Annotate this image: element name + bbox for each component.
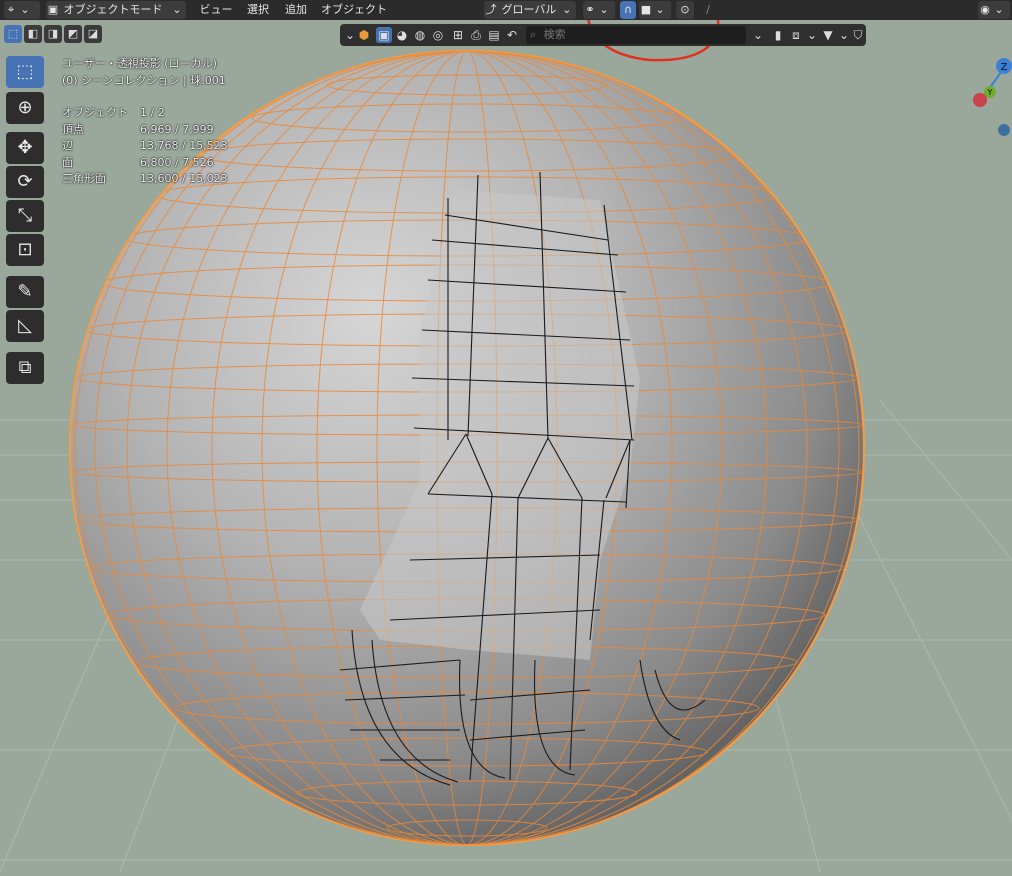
outliner-filter-bar: ⌄ ⬢ ▣ ◕ ◍ ◎ ⊞ ⎙ ▤ ↶ ⌕ 検索 ⌄ ▮ ⧈ ⌄ ▼ ⌄ ⛉ [340, 24, 866, 46]
y-axis-label: Y [987, 88, 993, 97]
snap-target-dropdown[interactable]: ■ ⌄ [639, 1, 671, 19]
select-new-icon: ⬚ [7, 27, 19, 40]
material-shading-icon[interactable]: ◍ [412, 27, 428, 43]
select-subtract-icon: ◨ [47, 27, 59, 40]
cursor-tool[interactable]: ⊕ [6, 92, 44, 124]
search-input[interactable]: ⌕ 検索 [526, 26, 746, 44]
collection-name: (0) シーンコレクション | 球.001 [62, 73, 226, 87]
rotate-icon: ⟳ [17, 171, 33, 192]
add-cube-icon: ⧉ [18, 357, 32, 378]
filter-icon[interactable]: ▼ [820, 27, 836, 43]
collection-icon[interactable]: ⧈ [788, 27, 804, 43]
proportional-icon: ⊙ [680, 3, 690, 16]
chevron-down-icon: ⌄ [562, 3, 572, 16]
chevron-down-icon[interactable]: ⌄ [804, 27, 820, 43]
visibility-dropdown[interactable]: ◉ ⌄ [978, 1, 1010, 19]
object-mode-icon: ▣ [47, 3, 59, 16]
stat-row: 三角形面 13,600 / 15,023 [62, 172, 228, 185]
move-tool[interactable]: ✥ [6, 132, 44, 164]
proportional-edit-toggle[interactable]: ⊙ [676, 1, 694, 19]
menu-object[interactable]: オブジェクト [318, 1, 390, 19]
select-new-button[interactable]: ⬚ [4, 25, 22, 43]
undo-icon[interactable]: ↶ [504, 27, 520, 43]
chevron-down-icon: ⌄ [599, 3, 609, 16]
cursor-select-icon: ⬚ [16, 61, 34, 82]
viewport-header: ⌖ ⌄ ▣ オブジェクトモード ⌄ ビュー 選択 追加 オブジェクト ⤴ グローバ… [0, 0, 1012, 20]
solid-shading-icon[interactable]: ◕ [394, 27, 410, 43]
clipboard-icon[interactable]: ▤ [486, 27, 502, 43]
chevron-down-icon: ⌄ [655, 3, 665, 16]
snap-toggle[interactable]: ∩ [620, 1, 636, 19]
rendered-shading-icon[interactable]: ◎ [430, 27, 446, 43]
neg-z-axis-handle [998, 124, 1010, 136]
scale-icon: ⤡ [17, 205, 33, 226]
measure-tool[interactable]: ◺ [6, 310, 44, 342]
annotate-tool[interactable]: ✎ [6, 276, 44, 308]
object-color-icon[interactable]: ⬢ [356, 27, 372, 43]
search-placeholder: 検索 [543, 28, 566, 41]
menu-select[interactable]: 選択 [242, 1, 274, 19]
move-icon: ✥ [17, 137, 33, 158]
viewport-icon: ⌖ [7, 3, 15, 16]
navigation-gizmo[interactable]: Z Y [970, 56, 1012, 136]
orientation-label: グローバル [501, 3, 557, 16]
hierarchy-icon[interactable]: ⊞ [450, 27, 466, 43]
menu-add[interactable]: 追加 [280, 1, 312, 19]
pivot-point-button[interactable]: ⚭ ⌄ [583, 1, 615, 19]
add-cube-tool[interactable]: ⧉ [6, 352, 44, 384]
axis-gizmo: Z Y [973, 58, 1012, 136]
rotate-tool[interactable]: ⟳ [6, 166, 44, 198]
viewport-info-overlay: ユーザー・透視投影 (ローカル) (0) シーンコレクション | 球.001 オ… [62, 56, 228, 188]
stat-row: 頂点 6,969 / 7,999 [62, 122, 214, 136]
chevron-down-icon: ⌄ [20, 3, 30, 16]
mode-dropdown[interactable]: ▣ オブジェクトモード ⌄ [46, 1, 186, 19]
transform-tool[interactable]: ⊡ [6, 234, 44, 266]
orientation-icon: ⤴ [485, 3, 497, 16]
magnet-icon: ∩ [623, 3, 633, 16]
menu-view[interactable]: ビュー [196, 1, 236, 19]
select-intersect-button[interactable]: ◪ [84, 25, 102, 43]
select-intersect-icon: ◪ [87, 27, 99, 40]
stat-row: 辺 13,768 / 15,523 [62, 139, 228, 152]
view-name: ユーザー・透視投影 (ローカル) [62, 57, 217, 70]
selection-mode-buttons: ⬚ ◧ ◨ ◩ ◪ [4, 25, 104, 43]
select-subtract-button[interactable]: ◨ [44, 25, 62, 43]
printer-icon[interactable]: ⎙ [468, 27, 484, 43]
transform-icon: ⊡ [17, 239, 33, 260]
editor-type-button[interactable]: ⌖ ⌄ [4, 1, 40, 19]
mode-label: オブジェクトモード [63, 3, 163, 16]
search-icon: ⌕ [530, 28, 537, 41]
chevron-down-icon: ⌄ [172, 3, 182, 16]
select-invert-icon: ◩ [67, 27, 79, 40]
falloff-button[interactable]: ∕ [698, 1, 718, 19]
link-icon: ⚭ [585, 3, 595, 16]
select-extend-button[interactable]: ◧ [24, 25, 42, 43]
scale-tool[interactable]: ⤡ [6, 200, 44, 232]
crosshair-icon: ⊕ [17, 97, 33, 118]
square-icon: ■ [640, 3, 652, 16]
bookmark-icon[interactable]: ▮ [770, 27, 786, 43]
shield-icon[interactable]: ⛉ [850, 27, 866, 43]
select-extend-icon: ◧ [27, 27, 39, 40]
z-axis-label: Z [1001, 62, 1008, 73]
wireframe-shading-icon[interactable]: ▣ [376, 27, 392, 43]
curve-icon: ∕ [706, 3, 710, 16]
ruler-icon: ◺ [18, 315, 32, 336]
transform-orientation-dropdown[interactable]: ⤴ グローバル ⌄ [484, 1, 576, 19]
chevron-down-icon[interactable]: ⌄ [750, 27, 766, 43]
select-box-tool[interactable]: ⬚ [6, 56, 44, 88]
eye-icon: ◉ [980, 3, 990, 16]
x-axis-handle [973, 93, 987, 107]
scene-statistics: オブジェクト 1 / 2 頂点 6,969 / 7,999 辺 13,768 / 15… [62, 105, 228, 188]
chevron-down-icon: ⌄ [994, 3, 1004, 16]
stat-row: 面 6,800 / 7,526 [62, 155, 214, 169]
select-invert-button[interactable]: ◩ [64, 25, 82, 43]
stat-row: オブジェクト 1 / 2 [62, 106, 165, 119]
pencil-icon: ✎ [17, 281, 33, 302]
